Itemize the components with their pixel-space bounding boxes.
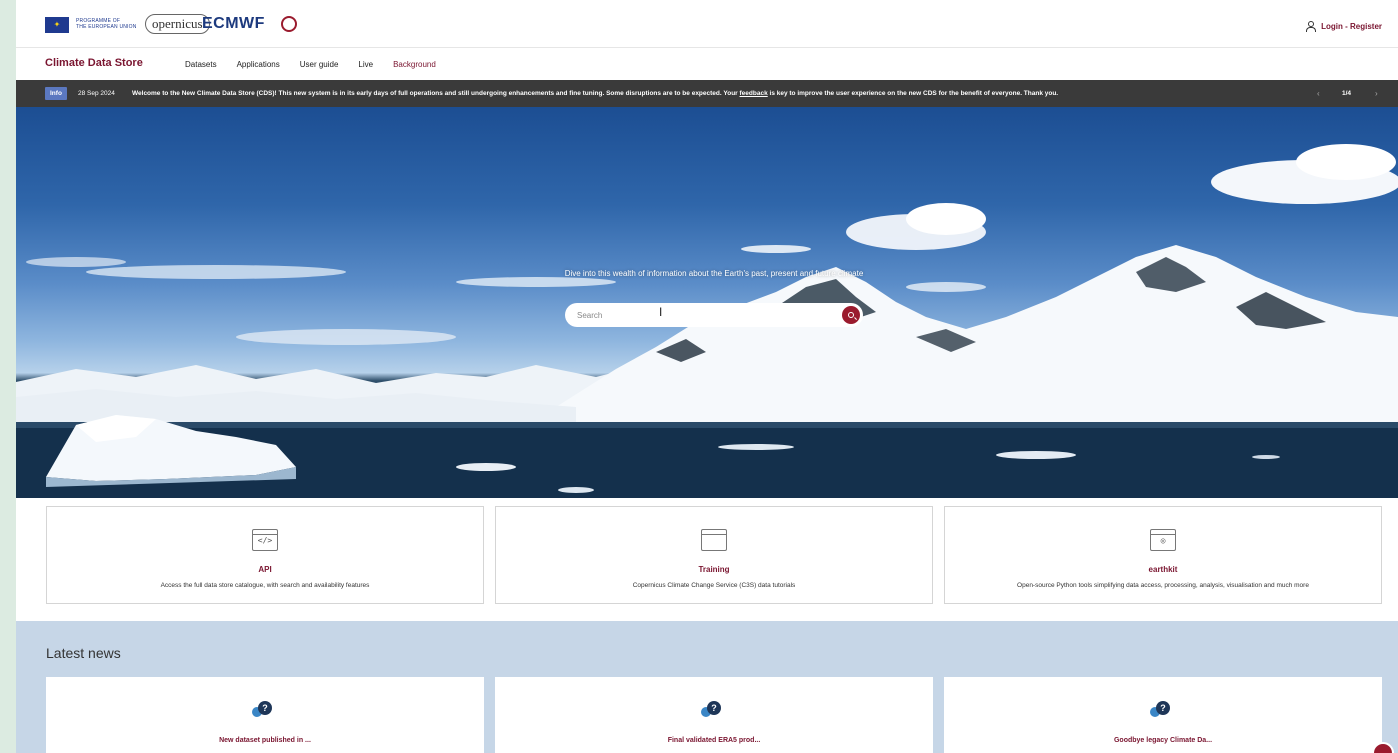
page: ✦ PROGRAMME OF THE EUROPEAN UNION operni… — [16, 0, 1398, 753]
banner-next-button[interactable]: › — [1375, 89, 1378, 98]
feedback-link[interactable]: feedback — [740, 90, 768, 97]
news-icon-glyph: ? — [258, 701, 272, 715]
banner-prev-button[interactable]: ‹ — [1317, 89, 1320, 98]
news-card[interactable]: ? Goodbye legacy Climate Da... — [944, 677, 1382, 753]
text-cursor-icon: I — [659, 305, 663, 319]
nav-user-guide[interactable]: User guide — [300, 60, 339, 69]
nav-links: Datasets Applications User guide Live Ba… — [185, 60, 456, 69]
login-register-link[interactable]: Login - Register — [1306, 21, 1382, 32]
nav-datasets[interactable]: Datasets — [185, 60, 217, 69]
feature-desc-api: Access the full data store catalogue, wi… — [160, 582, 370, 589]
code-window-icon: </> — [252, 529, 278, 551]
hero-section: Dive into this wealth of information abo… — [16, 107, 1398, 498]
ecmwf-logo-text: ECMWF — [202, 15, 265, 32]
latest-news-section: Latest news ? New dataset published in .… — [16, 621, 1398, 753]
banner-page-count: 1/4 — [1342, 90, 1352, 97]
ecmwf-logo[interactable]: ECMWF — [202, 15, 265, 33]
news-question-icon: ? — [701, 701, 723, 719]
toolkit-window-glyph: ◎ — [1160, 536, 1166, 545]
browser-window-icon — [701, 529, 727, 551]
feature-title-training[interactable]: Training — [496, 565, 932, 574]
main-nav: Climate Data Store Datasets Applications… — [16, 48, 1398, 80]
c3s-ring-icon — [281, 16, 297, 32]
login-register-label: Login - Register — [1321, 21, 1382, 31]
logo-bar: ✦ PROGRAMME OF THE EUROPEAN UNION operni… — [16, 0, 1398, 48]
search-button[interactable] — [842, 306, 860, 324]
news-question-icon: ? — [1150, 701, 1172, 719]
banner-message: Welcome to the New Climate Data Store (C… — [132, 90, 1058, 97]
nav-applications[interactable]: Applications — [237, 60, 280, 69]
news-icon-glyph: ? — [707, 701, 721, 715]
news-card[interactable]: ? Final validated ERA5 prod... — [495, 677, 933, 753]
eu-programme-text: PROGRAMME OF THE EUROPEAN UNION — [76, 18, 137, 30]
toolkit-window-icon: ◎ — [1150, 529, 1176, 551]
user-icon — [1306, 21, 1317, 32]
search-icon — [848, 312, 854, 318]
feature-desc-earthkit: Open-source Python tools simplifying dat… — [1017, 582, 1309, 589]
search-input[interactable] — [577, 306, 827, 324]
feature-card-training[interactable]: Training Copernicus Climate Change Servi… — [495, 506, 933, 604]
eu-flag-logo[interactable]: ✦ — [45, 17, 69, 33]
nav-background[interactable]: Background — [393, 60, 436, 69]
news-icon-glyph: ? — [1156, 701, 1170, 715]
copernicus-logo[interactable]: opernicus — [145, 14, 210, 34]
news-card[interactable]: ? New dataset published in ... — [46, 677, 484, 753]
feature-card-earthkit[interactable]: ◎ earthkit Open-source Python tools simp… — [944, 506, 1382, 604]
nav-live[interactable]: Live — [358, 60, 373, 69]
eu-text-line2: THE EUROPEAN UNION — [76, 24, 137, 30]
news-question-icon: ? — [252, 701, 274, 719]
feature-desc-training: Copernicus Climate Change Service (C3S) … — [632, 582, 796, 589]
c3s-logo[interactable] — [281, 16, 323, 34]
banner-message-tail: is key to improve the user experience on… — [767, 90, 1059, 97]
feature-title-api[interactable]: API — [47, 565, 483, 574]
news-title[interactable]: New dataset published in ... — [46, 737, 484, 744]
feature-card-api[interactable]: </> API Access the full data store catal… — [46, 506, 484, 604]
info-banner: Info 28 Sep 2024 Welcome to the New Clim… — [16, 80, 1398, 107]
news-title[interactable]: Final validated ERA5 prod... — [495, 737, 933, 744]
hero-tagline: Dive into this wealth of information abo… — [564, 269, 864, 278]
info-badge: Info — [45, 87, 67, 100]
latest-news-heading: Latest news — [46, 645, 121, 661]
site-brand[interactable]: Climate Data Store — [45, 57, 143, 69]
banner-date: 28 Sep 2024 — [78, 90, 115, 97]
news-title[interactable]: Goodbye legacy Climate Da... — [944, 737, 1382, 744]
search-box — [565, 303, 863, 327]
banner-message-text: Welcome to the New Climate Data Store (C… — [132, 90, 740, 97]
code-window-glyph: </> — [257, 536, 273, 545]
feature-title-earthkit[interactable]: earthkit — [945, 565, 1381, 574]
